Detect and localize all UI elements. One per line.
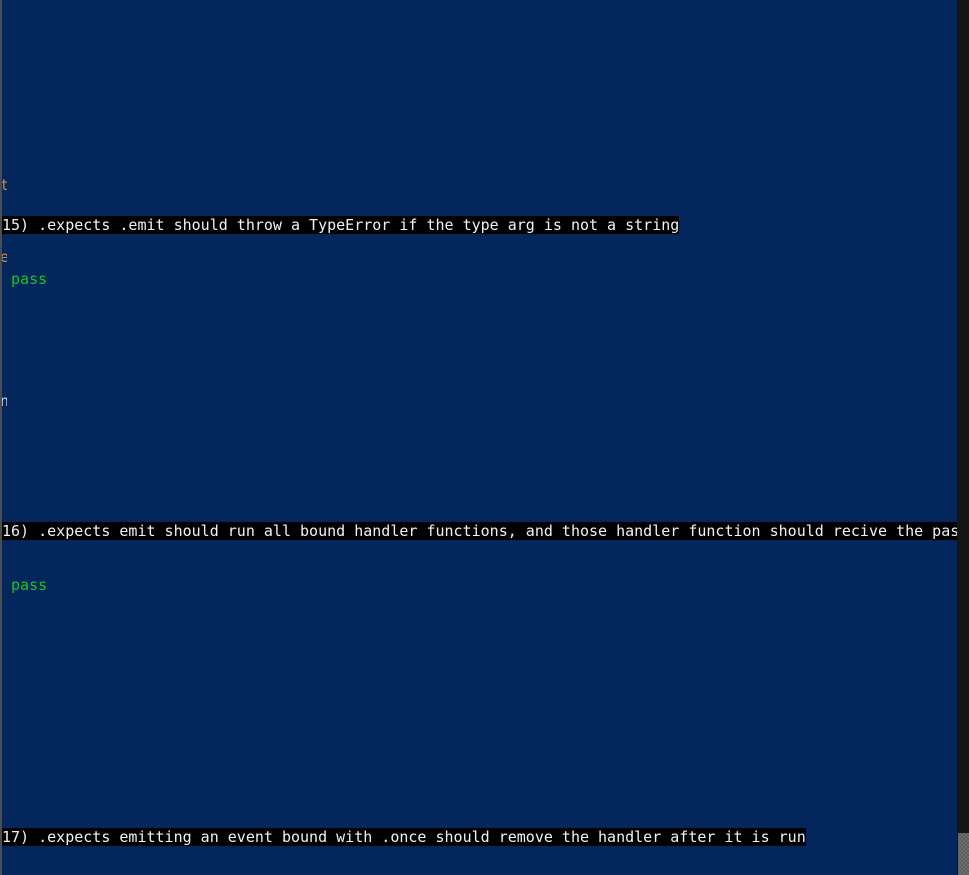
window-left-border [0, 0, 2, 875]
terminal-window[interactable]: t e n 15) .expects .emit should throw a … [0, 0, 969, 875]
terminal-text-buffer[interactable]: 15) .expects .emit should throw a TypeEr… [2, 0, 969, 875]
test-title: 15) .expects .emit should throw a TypeEr… [2, 216, 680, 234]
test-title: 16) .expects emit should run all bound h… [2, 522, 969, 540]
test-status: pass [11, 270, 48, 288]
vertical-scrollbar[interactable] [957, 0, 969, 875]
test-title: 17) .expects emitting an event bound wit… [2, 828, 806, 846]
test-title-row: 16) .expects emit should run all bound h… [2, 522, 969, 540]
test-title-row: 17) .expects emitting an event bound wit… [2, 828, 969, 846]
test-status-row: pass [2, 576, 969, 594]
scrollbar-thumb[interactable] [958, 833, 969, 875]
test-status: pass [11, 576, 48, 594]
test-title-row: 15) .expects .emit should throw a TypeEr… [2, 216, 969, 234]
test-status-row: pass [2, 270, 969, 288]
